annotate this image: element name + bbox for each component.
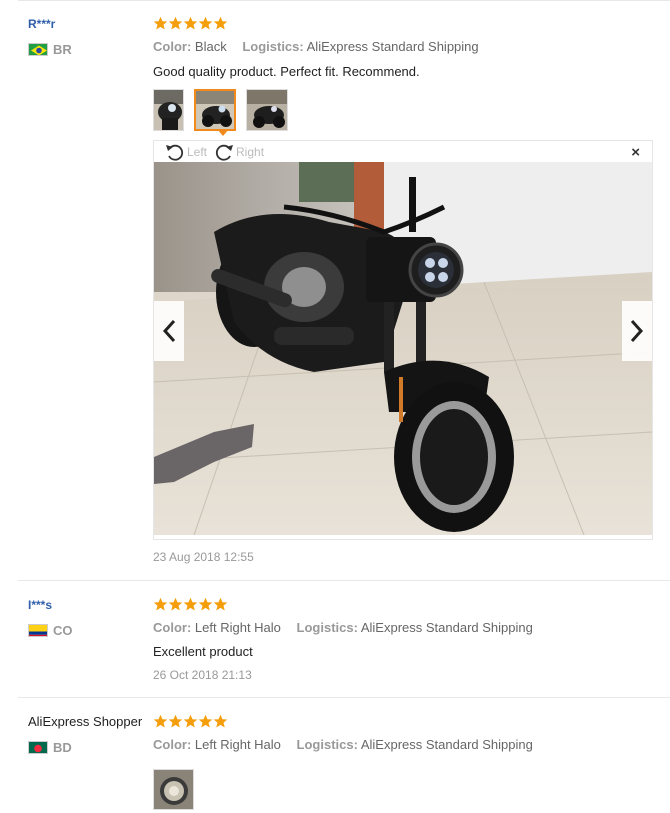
rotate-right-label: Right bbox=[236, 144, 265, 159]
flag-bangladesh-icon bbox=[28, 741, 48, 754]
review-date: 23 Aug 2018 12:55 bbox=[153, 550, 254, 564]
star-icon bbox=[168, 597, 183, 611]
star-icon bbox=[168, 714, 183, 728]
close-viewer-button[interactable]: × bbox=[631, 144, 640, 161]
previous-photo-button[interactable] bbox=[154, 301, 184, 361]
logistics-value: AliExpress Standard Shipping bbox=[306, 39, 479, 54]
star-icon bbox=[153, 714, 168, 728]
photo-thumbnails bbox=[153, 769, 194, 810]
color-value: Left Right Halo bbox=[194, 620, 281, 635]
star-icon bbox=[198, 597, 213, 611]
photo-thumbnail[interactable] bbox=[194, 89, 236, 131]
reviewer-name[interactable]: R***r bbox=[28, 17, 55, 31]
review-date: 26 Oct 2018 21:13 bbox=[153, 668, 252, 682]
star-icon bbox=[168, 16, 183, 30]
logistics-label: Logistics: bbox=[296, 737, 358, 752]
order-info: Color: Black Logistics: AliExpress Stand… bbox=[153, 39, 479, 54]
logistics-value: AliExpress Standard Shipping bbox=[360, 620, 533, 635]
color-label: Color: bbox=[153, 737, 192, 752]
star-icon bbox=[183, 597, 198, 611]
order-info: Color: Left Right Halo Logistics: AliExp… bbox=[153, 620, 533, 635]
review-photo bbox=[154, 162, 652, 535]
photo-thumbnails bbox=[153, 89, 288, 131]
star-icon bbox=[153, 16, 168, 30]
reviewer-name[interactable]: I***s bbox=[28, 598, 52, 612]
chevron-left-icon bbox=[162, 319, 176, 343]
star-icon bbox=[213, 16, 228, 30]
star-icon bbox=[153, 597, 168, 611]
logistics-label: Logistics: bbox=[242, 39, 304, 54]
reviewer-country: CO bbox=[28, 623, 73, 638]
country-code: CO bbox=[53, 623, 73, 638]
rotate-right-icon bbox=[215, 144, 234, 161]
rotate-left-icon bbox=[166, 144, 184, 161]
country-code: BR bbox=[53, 42, 72, 57]
photo-thumbnail[interactable] bbox=[246, 89, 288, 131]
rotate-left-label: Left bbox=[187, 144, 208, 159]
chevron-right-icon bbox=[630, 319, 644, 343]
logistics-value: AliExpress Standard Shipping bbox=[360, 737, 533, 752]
star-icon bbox=[183, 16, 198, 30]
review-item: I***s CO Color: Left Right Halo Logistic… bbox=[0, 581, 670, 698]
review-item: AliExpress Shopper BD Color: Left Right … bbox=[0, 698, 670, 813]
reviewer-country: BD bbox=[28, 740, 72, 755]
color-value: Left Right Halo bbox=[194, 737, 281, 752]
active-thumb-caret bbox=[217, 129, 229, 136]
review-text: Good quality product. Perfect fit. Recom… bbox=[153, 64, 420, 79]
color-value: Black bbox=[194, 39, 227, 54]
photo-thumbnail[interactable] bbox=[153, 769, 194, 810]
review-text: Excellent product bbox=[153, 644, 253, 659]
star-icon bbox=[198, 714, 213, 728]
star-icon bbox=[198, 16, 213, 30]
viewer-toolbar: Left Right bbox=[154, 141, 652, 162]
reviewer-country: BR bbox=[28, 42, 72, 57]
photo-thumbnail[interactable] bbox=[153, 89, 184, 131]
rating-stars bbox=[153, 597, 228, 612]
logistics-label: Logistics: bbox=[296, 620, 358, 635]
photo-viewer: Left Right × bbox=[153, 140, 653, 540]
color-label: Color: bbox=[153, 39, 192, 54]
flag-colombia-icon bbox=[28, 624, 48, 637]
star-icon bbox=[213, 714, 228, 728]
rating-stars bbox=[153, 16, 228, 31]
star-icon bbox=[183, 714, 198, 728]
review-item: R***r BR Color: Black Logistics: AliExpr… bbox=[0, 0, 670, 581]
flag-brazil-icon bbox=[28, 43, 48, 56]
order-info: Color: Left Right Halo Logistics: AliExp… bbox=[153, 737, 533, 752]
star-icon bbox=[213, 597, 228, 611]
rotate-left-button[interactable]: Left bbox=[164, 142, 207, 162]
color-label: Color: bbox=[153, 620, 192, 635]
reviewer-name[interactable]: AliExpress Shopper bbox=[28, 714, 142, 729]
rating-stars bbox=[153, 714, 228, 729]
rotate-right-button[interactable]: Right bbox=[213, 142, 264, 162]
country-code: BD bbox=[53, 740, 72, 755]
next-photo-button[interactable] bbox=[622, 301, 652, 361]
